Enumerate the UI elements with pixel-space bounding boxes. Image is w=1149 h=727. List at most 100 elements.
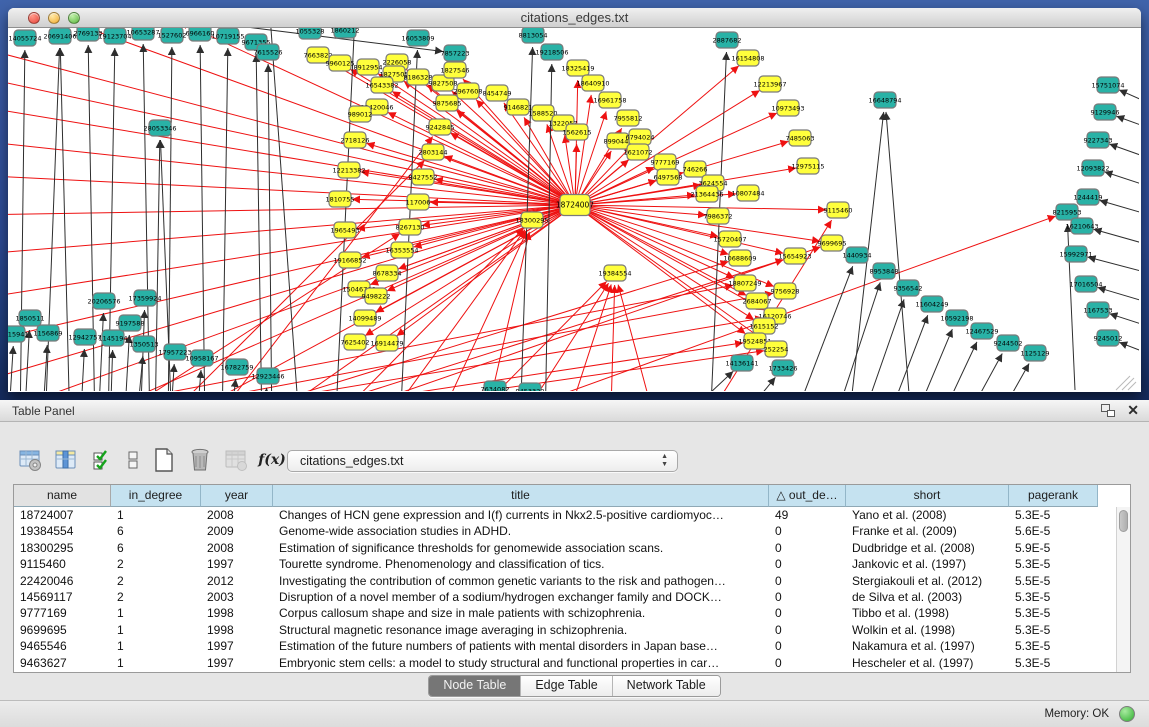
graph-node[interactable]: 12467529 [965, 323, 998, 339]
graph-node[interactable]: 1850511 [16, 310, 45, 326]
graph-node[interactable]: 1860212 [331, 28, 360, 38]
graph-node[interactable]: 2887682 [713, 32, 742, 48]
close-panel-icon[interactable]: ✕ [1127, 403, 1139, 417]
window-resize-grip[interactable] [1116, 376, 1136, 390]
graph-node[interactable]: 12975115 [791, 158, 824, 174]
table-cell[interactable]: Stergiakouli et al. (2012) [846, 573, 1009, 589]
graph-node[interactable]: 8267130 [396, 219, 425, 235]
table-cell[interactable]: Investigating the contribution of common… [273, 573, 769, 589]
table-cell[interactable]: 9465546 [14, 638, 111, 654]
graph-node[interactable]: 1167533 [1084, 302, 1113, 318]
graph-node[interactable]: 1615152 [750, 318, 779, 334]
table-cell[interactable]: 1997 [201, 556, 273, 572]
table-cell[interactable]: 5.5E-5 [1009, 573, 1098, 589]
table-row[interactable]: 946554611997Estimation of the future num… [14, 638, 1116, 654]
graph-node[interactable]: 15992971 [1059, 246, 1092, 262]
table-cell[interactable]: 1998 [201, 622, 273, 638]
graph-node[interactable]: 117006 [406, 194, 431, 210]
graph-node[interactable]: 7634082 [481, 381, 510, 391]
table-cell[interactable]: 2008 [201, 540, 273, 556]
tab-edge-table[interactable]: Edge Table [521, 676, 612, 696]
table-cell[interactable]: 0 [769, 589, 846, 605]
graph-node[interactable]: 19384554 [598, 265, 631, 281]
graph-node[interactable]: 9777169 [651, 154, 680, 170]
table-cell[interactable]: Tibbo et al. (1998) [846, 605, 1009, 621]
table-cell[interactable]: Jankovic et al. (1997) [846, 556, 1009, 572]
table-row[interactable]: 1456911722003Disruption of a novel membe… [14, 589, 1116, 605]
panel-titlebar[interactable]: Table Panel ✕ [0, 400, 1149, 422]
graph-node[interactable]: 16782759 [220, 359, 253, 375]
graph-node[interactable]: 9756928 [771, 283, 800, 299]
new-table-icon[interactable] [152, 448, 176, 472]
table-scrollbar[interactable] [1116, 507, 1130, 672]
table-cell[interactable]: 5.9E-5 [1009, 540, 1098, 556]
table-cell[interactable]: 5.3E-5 [1009, 605, 1098, 621]
table-cell[interactable]: 1 [111, 622, 201, 638]
table-row[interactable]: 1830029562008Estimation of significance … [14, 540, 1116, 556]
graph-node[interactable]: 6497568 [654, 169, 683, 185]
graph-node[interactable]: 8813054 [519, 28, 548, 43]
graph-node[interactable]: 15654923 [778, 248, 811, 264]
table-cell[interactable]: 2012 [201, 573, 273, 589]
row-height-icon[interactable] [126, 448, 140, 472]
graph-node[interactable]: 1156869 [34, 325, 63, 341]
table-cell[interactable]: Franke et al. (2009) [846, 523, 1009, 539]
graph-node[interactable]: 18325419 [561, 60, 594, 76]
column-header-3[interactable]: title [273, 485, 769, 507]
graph-node[interactable]: 9245012 [1094, 330, 1123, 346]
graph-node[interactable]: 18724007 [556, 195, 594, 216]
table-cell[interactable]: 6 [111, 523, 201, 539]
graph-node[interactable]: 1527602 [158, 28, 187, 43]
table-cell[interactable]: 0 [769, 540, 846, 556]
table-cell[interactable]: 5.3E-5 [1009, 507, 1098, 523]
graph-node[interactable]: 9242845 [426, 119, 455, 135]
graph-node[interactable]: 9129946 [1091, 104, 1120, 120]
graph-node[interactable]: 10688609 [723, 250, 756, 266]
graph-node[interactable]: 1562615 [563, 124, 592, 140]
graph-node[interactable]: 8427552 [409, 169, 438, 185]
table-row[interactable]: 1938455462009Genome-wide association stu… [14, 523, 1116, 539]
table-cell[interactable]: 0 [769, 655, 846, 671]
table-row[interactable]: 2242004622012Investigating the contribut… [14, 573, 1116, 589]
table-cell[interactable]: Nakamura et al. (1997) [846, 638, 1009, 654]
table-cell[interactable]: Dudbridge et al. (2008) [846, 540, 1009, 556]
table-row[interactable]: 946362711997Embryonic stem cells: a mode… [14, 655, 1116, 671]
table-cell[interactable]: 1998 [201, 605, 273, 621]
graph-node[interactable]: 16648794 [868, 92, 901, 108]
network-canvas[interactable]: 1872400718300295193845547663822996012589… [8, 28, 1139, 391]
graph-node[interactable]: 17016504 [1069, 276, 1102, 292]
table-cell[interactable]: 2009 [201, 523, 273, 539]
table-row[interactable]: 977716911998Corpus callosum shape and si… [14, 605, 1116, 621]
table-cell[interactable]: 49 [769, 507, 846, 523]
graph-node[interactable]: 9498222 [362, 288, 391, 304]
graph-node[interactable]: 9197588 [116, 315, 145, 331]
table-cell[interactable]: 1 [111, 638, 201, 654]
graph-node[interactable]: 7625402 [341, 334, 370, 350]
graph-node[interactable]: 1827546 [441, 62, 470, 78]
graph-node[interactable]: 1125129 [1021, 345, 1050, 361]
column-chooser-icon[interactable] [54, 448, 78, 472]
table-cell[interactable]: 9463627 [14, 655, 111, 671]
table-cell[interactable]: 18300295 [14, 540, 111, 556]
graph-node[interactable]: 1350513 [130, 336, 159, 352]
graph-node[interactable]: 1810755 [326, 191, 355, 207]
graph-node[interactable]: 746266 [683, 161, 708, 177]
table-cell[interactable]: 5.3E-5 [1009, 556, 1098, 572]
column-header-6[interactable]: pagerank [1009, 485, 1098, 507]
table-cell[interactable]: 1997 [201, 638, 273, 654]
graph-node[interactable]: 7955812 [614, 110, 643, 126]
table-cell[interactable]: 1 [111, 605, 201, 621]
graph-node[interactable]: 6966160 [186, 28, 215, 41]
table-cell[interactable]: 22420046 [14, 573, 111, 589]
table-cell[interactable]: 18724007 [14, 507, 111, 523]
column-header-2[interactable]: year [201, 485, 273, 507]
table-cell[interactable]: 9699695 [14, 622, 111, 638]
graph-node[interactable]: 16154808 [731, 50, 764, 66]
table-cell[interactable]: 5.3E-5 [1009, 638, 1098, 654]
column-header-1[interactable]: in_degree [111, 485, 201, 507]
import-table-icon[interactable] [224, 448, 248, 472]
table-cell[interactable]: 0 [769, 556, 846, 572]
graph-node[interactable]: 8953848 [870, 263, 899, 279]
graph-node[interactable]: 7857223 [441, 45, 470, 61]
graph-node[interactable]: 8912954 [354, 59, 383, 75]
